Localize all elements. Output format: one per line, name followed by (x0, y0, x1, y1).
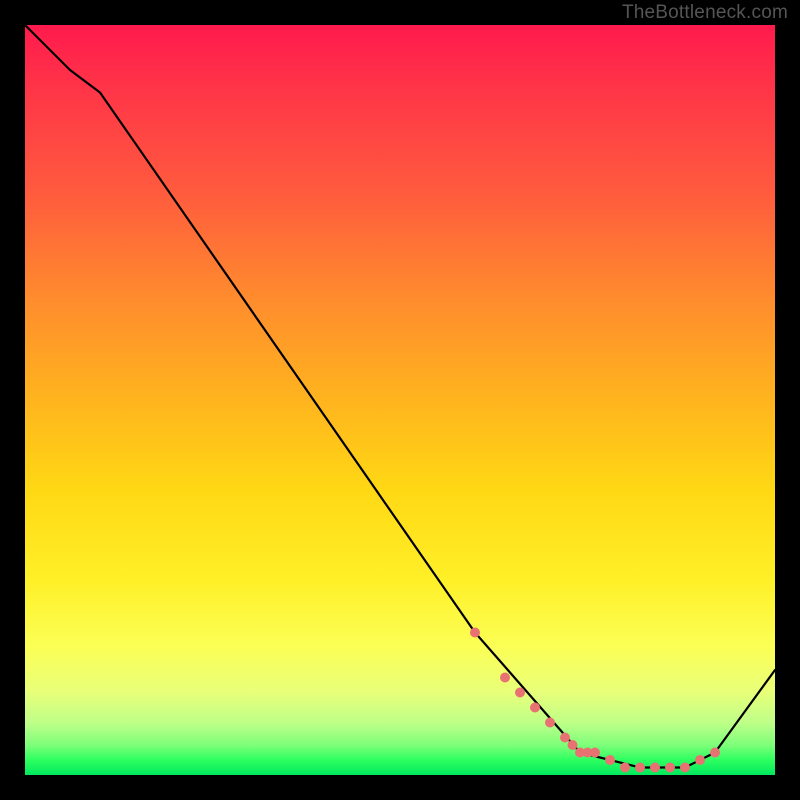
marker-dot (590, 748, 600, 758)
chart-svg (25, 25, 775, 775)
plot-area (25, 25, 775, 775)
marker-dot (695, 755, 705, 765)
watermark-text: TheBottleneck.com (622, 2, 788, 24)
marker-dot (635, 763, 645, 773)
marker-dot (680, 763, 690, 773)
marker-dot (545, 718, 555, 728)
marker-dot (605, 755, 615, 765)
marker-dot (650, 763, 660, 773)
marker-dot (665, 763, 675, 773)
marker-dot (560, 733, 570, 743)
marker-group (470, 628, 720, 773)
chart-frame: TheBottleneck.com (0, 0, 800, 800)
marker-dot (500, 673, 510, 683)
marker-dot (568, 740, 578, 750)
marker-dot (620, 763, 630, 773)
marker-dot (530, 703, 540, 713)
marker-dot (515, 688, 525, 698)
curve-line (25, 25, 775, 768)
marker-dot (470, 628, 480, 638)
marker-dot (710, 748, 720, 758)
